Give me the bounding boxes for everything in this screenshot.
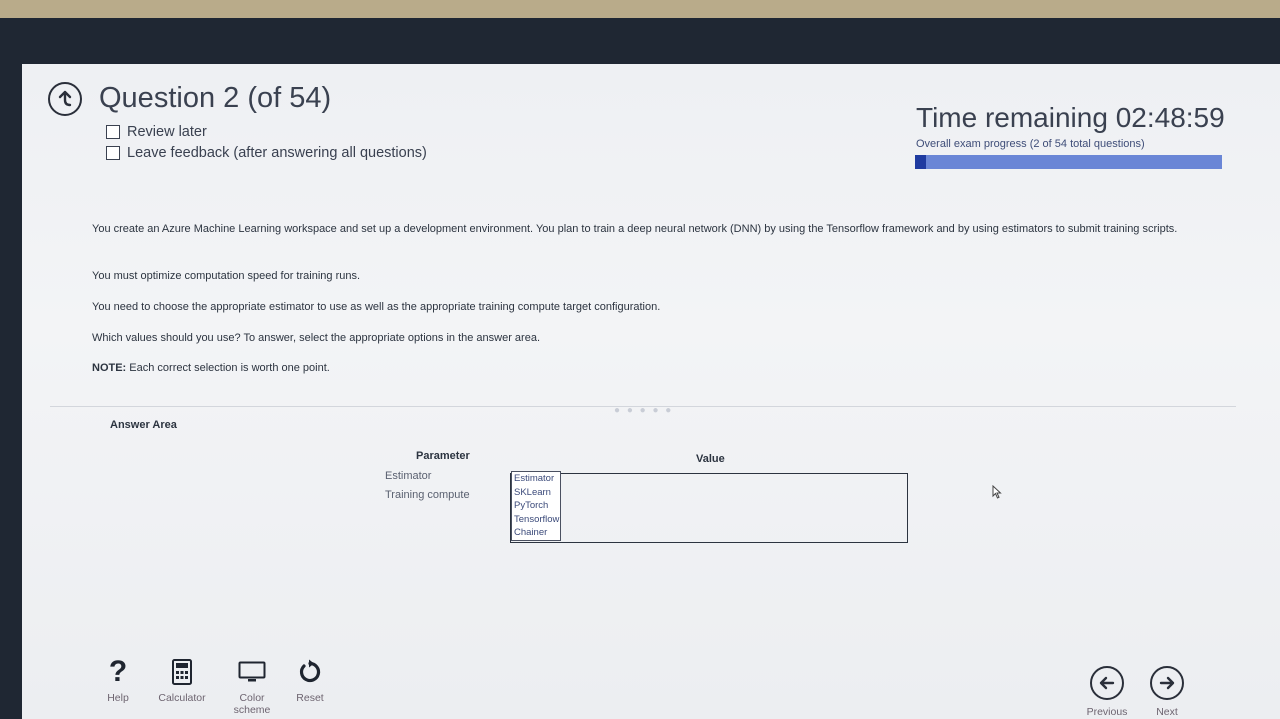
right-arrow-icon [1159, 676, 1175, 690]
progress-bar [915, 155, 1222, 169]
left-arrow-icon [1099, 676, 1115, 690]
answer-area-title: Answer Area [110, 419, 177, 431]
exam-screen: Question 2 (of 54) Review later Leave fe… [22, 64, 1280, 719]
question-mark-icon: ? [108, 655, 128, 688]
leave-feedback-label: Leave feedback (after answering all ques… [127, 145, 427, 161]
parameter-label-training-compute: Training compute [385, 489, 470, 501]
dropdown-option-pytorch[interactable]: PyTorch [512, 499, 560, 513]
question-paragraph: You must optimize computation speed for … [92, 270, 361, 282]
note-label: NOTE: [92, 362, 127, 374]
dropdown-option-chainer[interactable]: Chainer [512, 526, 560, 540]
note-text: NOTE: Each correct selection is worth on… [92, 361, 1182, 375]
question-paragraph: You create an Azure Machine Learning wor… [92, 223, 1178, 235]
help-label: Help [107, 692, 129, 704]
calculator-label: Calculator [158, 692, 206, 704]
dropdown-option-estimator[interactable]: Estimator [512, 472, 560, 486]
progress-bar-fill [915, 155, 927, 169]
calculator-icon [172, 659, 192, 685]
color-scheme-button[interactable]: Color scheme [222, 656, 282, 716]
parameter-label-estimator: Estimator [385, 470, 432, 482]
leave-feedback-option[interactable]: Leave feedback (after answering all ques… [106, 145, 427, 161]
back-button[interactable] [48, 82, 82, 116]
progress-label: Overall exam progress (2 of 54 total que… [916, 138, 1145, 150]
previous-button[interactable]: Previous [1082, 666, 1132, 718]
reset-button[interactable]: Reset [280, 656, 340, 704]
parameter-header: Parameter [416, 450, 470, 462]
next-label: Next [1156, 706, 1178, 718]
drag-handle[interactable]: ● ● ● ● ● [614, 405, 673, 416]
calculator-button[interactable]: Calculator [152, 656, 212, 704]
previous-label: Previous [1086, 706, 1128, 718]
question-paragraph: Which values should you use? To answer, … [92, 332, 541, 344]
review-later-checkbox[interactable] [106, 125, 120, 139]
leave-feedback-checkbox[interactable] [106, 146, 120, 160]
mouse-cursor-icon [992, 485, 1002, 499]
question-title: Question 2 (of 54) [99, 82, 332, 114]
value-answer-box [510, 473, 908, 543]
help-button[interactable]: ? Help [88, 655, 148, 704]
reset-icon [299, 659, 321, 683]
monitor-icon [238, 661, 266, 682]
dropdown-option-sklearn[interactable]: SKLearn [512, 486, 560, 500]
value-header: Value [696, 453, 725, 465]
review-later-option[interactable]: Review later [106, 124, 207, 140]
review-later-label: Review later [127, 124, 207, 140]
question-paragraph: You need to choose the appropriate estim… [92, 301, 661, 313]
dropdown-option-tensorflow[interactable]: Tensorflow [512, 513, 560, 527]
time-remaining: Time remaining 02:48:59 [916, 102, 1225, 133]
next-button[interactable]: Next [1142, 666, 1192, 718]
up-arrow-icon [58, 90, 72, 107]
color-scheme-label: Color scheme [233, 692, 271, 716]
reset-label: Reset [296, 692, 324, 704]
note-body: Each correct selection is worth one poin… [126, 362, 330, 374]
estimator-dropdown-list[interactable]: Estimator SKLearn PyTorch Tensorflow Cha… [511, 471, 561, 541]
